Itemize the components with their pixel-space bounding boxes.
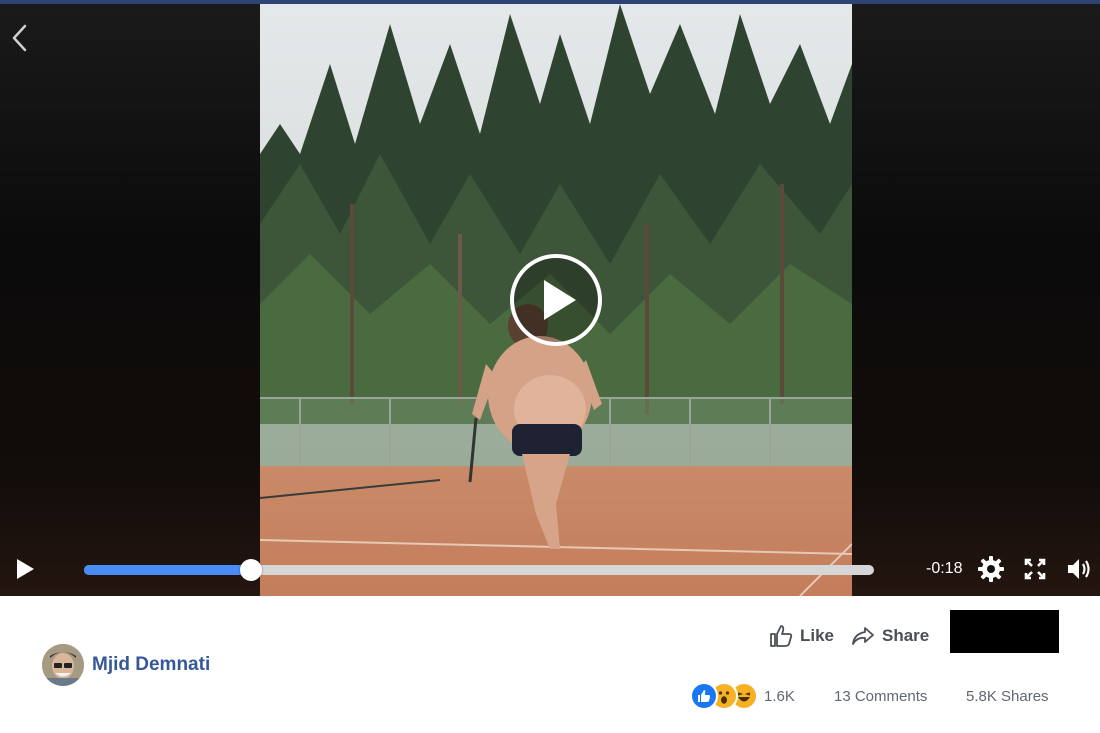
play-button[interactable] [12,556,38,582]
avatar-image [42,644,84,686]
video-player[interactable]: -0:18 [0,4,1100,596]
settings-button[interactable] [976,554,1006,584]
share-button[interactable]: Share [850,622,929,650]
comments-count[interactable]: 13 Comments [834,688,927,705]
progress-fill [84,565,252,575]
author-name[interactable]: Mjid Demnati [92,654,210,676]
reactions-summary[interactable]: 1.6K [690,682,795,710]
play-icon [17,559,34,579]
speaker-icon [1068,559,1090,579]
reaction-count: 1.6K [764,687,795,705]
share-label: Share [882,626,930,645]
like-reaction-icon [690,682,718,710]
like-label: Like [800,626,835,645]
fullscreen-icon [1024,558,1046,580]
thumbs-up-icon [770,625,793,647]
play-circle-icon [510,254,602,346]
video-controls-bar: -0:18 [0,544,1100,596]
remaining-time: -0:18 [926,560,963,577]
video-letterbox-left [0,4,260,596]
volume-button[interactable] [1064,554,1094,584]
shares-count[interactable]: 5.8K Shares [966,688,1049,705]
share-arrow-icon [852,627,874,645]
progress-scrubber-handle[interactable] [240,559,263,581]
redacted-block [950,610,1059,653]
chevron-left-icon [12,24,27,52]
video-letterbox-right [852,4,1100,596]
back-button[interactable] [6,20,34,56]
post-footer: Mjid Demnati Like Share 1.6K 13 Comments… [0,596,1100,733]
progress-bar[interactable] [84,559,874,581]
like-button[interactable]: Like [768,622,834,650]
author-avatar[interactable] [42,644,84,686]
gear-icon [978,556,1004,582]
fullscreen-button[interactable] [1020,554,1050,584]
center-play-button[interactable] [508,252,604,348]
